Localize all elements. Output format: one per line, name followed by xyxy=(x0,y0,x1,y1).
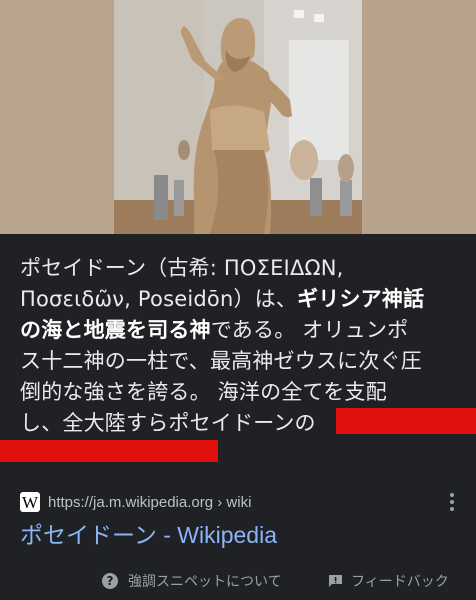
result-title-link[interactable]: ポセイドーン - Wikipedia xyxy=(20,520,277,550)
snippet-footer: ? 強調スニペットについて フィードバック xyxy=(0,570,476,592)
feedback-label: フィードバック xyxy=(351,574,449,590)
redaction-mark xyxy=(0,440,218,462)
snippet-highlight-2: の海と地震を司る神 xyxy=(20,318,211,342)
wikipedia-favicon-icon: W xyxy=(20,492,40,512)
snippet-highlight-1: ギリシア神話 xyxy=(297,287,425,311)
image-backdrop-left xyxy=(0,0,114,234)
feedback-icon xyxy=(329,575,342,587)
help-icon: ? xyxy=(102,573,118,589)
redaction-mark xyxy=(336,408,476,434)
snippet-line-6: し、全大陸すらポセイドーンの xyxy=(20,411,316,435)
featured-image[interactable] xyxy=(0,0,476,234)
snippet-line-2: Ποσειδῶν, Poseidōn）は、 xyxy=(20,287,298,311)
source-row[interactable]: W https://ja.m.wikipedia.org › wiki xyxy=(20,490,460,514)
about-featured-snippets-button[interactable]: ? 強調スニペットについて xyxy=(102,570,282,592)
snippet-line-5: 倒的な強さを誇る。 海洋の全てを支配 xyxy=(20,380,387,404)
feedback-button[interactable]: フィードバック xyxy=(328,570,449,592)
snippet-line-1: ポセイドーン（古希: ΠΟΣΕΙΔΩΝ, xyxy=(20,256,344,280)
more-options-icon[interactable] xyxy=(444,490,460,514)
image-backdrop-right xyxy=(362,0,476,234)
snippet-line-3: である。 オリュンポ xyxy=(210,318,409,342)
snippet-line-4: ス十二神の一柱で、最高神ゼウスに次ぐ圧 xyxy=(20,349,422,373)
source-url[interactable]: https://ja.m.wikipedia.org › wiki xyxy=(48,494,251,511)
statue-photo xyxy=(114,0,362,234)
about-label: 強調スニペットについて xyxy=(128,574,282,590)
